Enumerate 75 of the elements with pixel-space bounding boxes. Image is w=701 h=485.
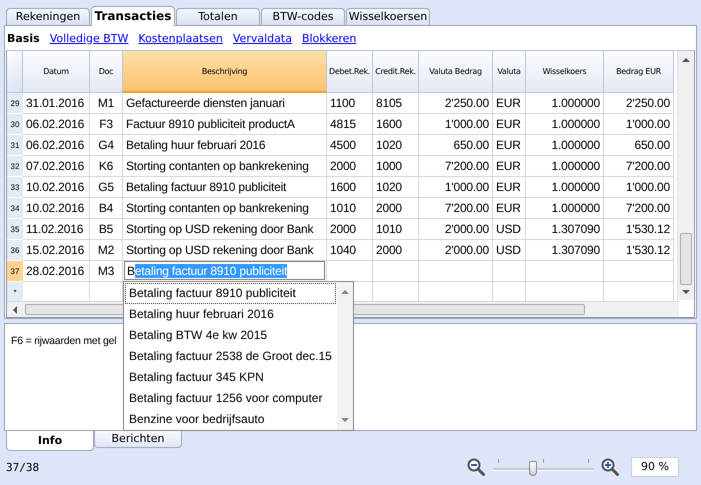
table-cell: Storting contanten op bankrekening — [123, 198, 327, 219]
table-cell: 7'200.00 — [604, 198, 674, 219]
table-cell: 7'200.00 — [604, 156, 674, 177]
table-cell: 06.02.2016 — [23, 114, 90, 135]
table-cell: 2000 — [327, 219, 373, 240]
table-cell: M1 — [90, 93, 123, 114]
table-cell: 1'000.00 — [604, 177, 674, 198]
table-cell: 1.000000 — [526, 198, 604, 219]
table-cell: M2 — [90, 240, 123, 261]
table-cell: EUR — [493, 135, 526, 156]
table-cell: 1.000000 — [526, 135, 604, 156]
table-cell: EUR — [493, 177, 526, 198]
table-cell: 1.000000 — [526, 93, 604, 114]
table-cell: 1.000000 — [526, 177, 604, 198]
table-cell: 1600 — [373, 114, 419, 135]
table-cell: 7'200.00 — [419, 198, 493, 219]
table-cell: F3 — [90, 114, 123, 135]
table-cell: 1010 — [327, 198, 373, 219]
table-cell: G5 — [90, 177, 123, 198]
table-cell: 1.000000 — [526, 114, 604, 135]
table-cell: K6 — [90, 156, 123, 177]
table-cell: 1600 — [327, 177, 373, 198]
table-cell: EUR — [493, 93, 526, 114]
table-cell: USD — [493, 219, 526, 240]
table-cell: B4 — [90, 198, 123, 219]
table-cell: 650.00 — [419, 135, 493, 156]
table-cell: 1.000000 — [526, 156, 604, 177]
info-text: F6 = rijwaarden met gel — [11, 335, 116, 347]
table-cell: M3 — [90, 261, 123, 282]
table-cell: 11.02.2016 — [23, 219, 90, 240]
table-cell: 2000 — [373, 240, 419, 261]
row-position: 37/38 — [6, 460, 40, 474]
table-cell: 1'530.12 — [604, 240, 674, 261]
table-cell: 31.01.2016 — [23, 93, 90, 114]
table-cell: 1'000.00 — [604, 114, 674, 135]
table-cell: 1100 — [327, 93, 373, 114]
table-cell: USD — [493, 240, 526, 261]
table-cell: 28.02.2016 — [23, 261, 90, 282]
table-cell: 1040 — [327, 240, 373, 261]
table-cell: 1.307090 — [526, 240, 604, 261]
table-cell: 10.02.2016 — [23, 198, 90, 219]
table-cell: 4815 — [327, 114, 373, 135]
table-cell: 1.307090 — [526, 219, 604, 240]
table-cell: 1000 — [373, 156, 419, 177]
table-cell: 650.00 — [604, 135, 674, 156]
table-cell: 1010 — [373, 219, 419, 240]
table-cell: 1020 — [373, 177, 419, 198]
table-cell: 07.02.2016 — [23, 156, 90, 177]
table-cell: B5 — [90, 219, 123, 240]
table-cell: G4 — [90, 135, 123, 156]
table-cell: Storting op USD rekening door Bank — [123, 219, 327, 240]
table-cell: Storting contanten op bankrekening — [123, 156, 327, 177]
table-cell: 1'000.00 — [419, 177, 493, 198]
table-cell: 7'200.00 — [419, 156, 493, 177]
table-cell: 1'530.12 — [604, 219, 674, 240]
table-cell: Betaling factuur 8910 publiciteit — [123, 177, 327, 198]
table-cell: 1'000.00 — [419, 114, 493, 135]
table-cell: 2000 — [373, 198, 419, 219]
table-cell: 15.02.2016 — [23, 240, 90, 261]
table-cell: EUR — [493, 156, 526, 177]
table-cell: Betaling huur februari 2016 — [123, 135, 327, 156]
table-cell: 1020 — [373, 135, 419, 156]
table-cell: 2'250.00 — [419, 93, 493, 114]
table-cell: 2'250.00 — [604, 93, 674, 114]
table-cell: EUR — [493, 114, 526, 135]
table-cell: 4500 — [327, 135, 373, 156]
table-cell: 06.02.2016 — [23, 135, 90, 156]
table-cell: 2000 — [327, 156, 373, 177]
table-cell: Gefactureerde diensten januari — [123, 93, 327, 114]
table-cell: 2'000.00 — [419, 240, 493, 261]
table-cell: 2'000.00 — [419, 219, 493, 240]
table-cell: 8105 — [373, 93, 419, 114]
table-cell: EUR — [493, 198, 526, 219]
table-cell: 10.02.2016 — [23, 177, 90, 198]
table-cell: Factuur 8910 publiciteit productA — [123, 114, 327, 135]
